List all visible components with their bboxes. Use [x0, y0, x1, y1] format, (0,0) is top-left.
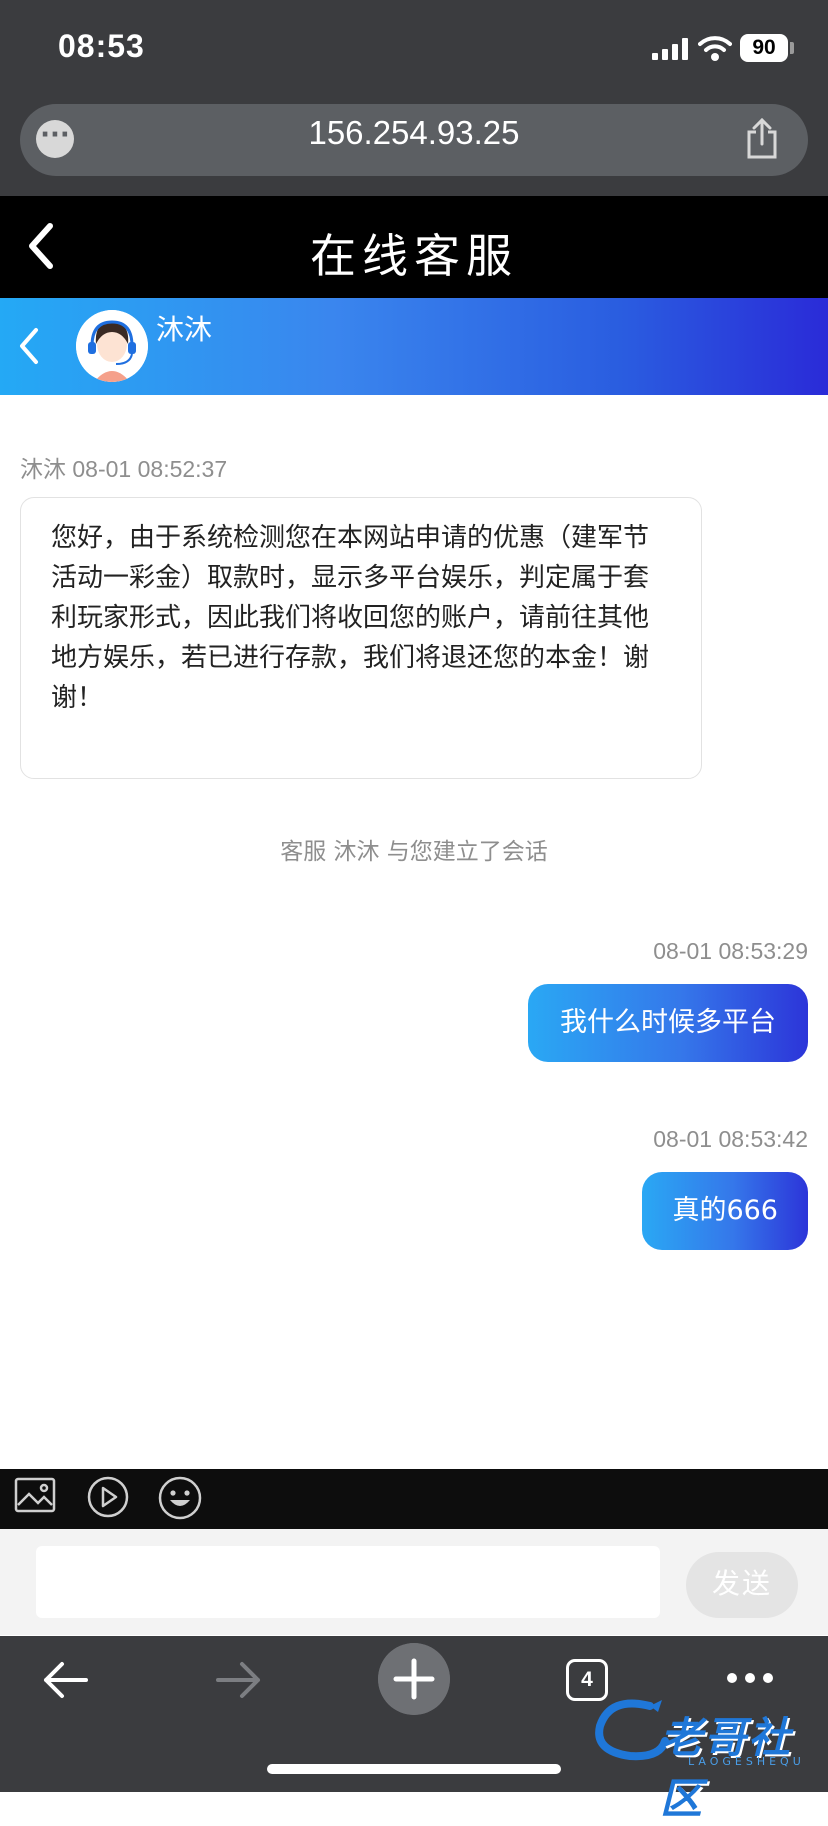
cellular-signal-icon	[652, 38, 688, 60]
status-time: 08:53	[58, 28, 145, 64]
dragon-logo-icon	[595, 1699, 669, 1761]
wifi-icon	[698, 36, 732, 61]
system-notice: 客服 沐沐 与您建立了会话	[280, 839, 548, 865]
agent-message-bubble: 您好，由于系统检测您在本网站申请的优惠（建军节活动一彩金）取款时，显示多平台娱乐…	[20, 497, 702, 779]
arrow-left-icon[interactable]	[40, 1658, 90, 1702]
image-icon[interactable]	[14, 1477, 56, 1513]
message-meta: 沐沐 08-01 08:52:37	[20, 450, 227, 484]
message-sender: 沐沐	[20, 457, 66, 483]
send-button[interactable]: 发送	[686, 1552, 798, 1618]
battery-tip	[790, 42, 794, 54]
user-message-bubble: 我什么时候多平台	[528, 984, 808, 1062]
share-icon[interactable]	[744, 118, 780, 160]
address-bar-url[interactable]: 156.254.93.25	[0, 114, 828, 152]
plus-icon[interactable]	[378, 1643, 450, 1715]
message-input[interactable]	[36, 1546, 660, 1618]
video-icon[interactable]	[86, 1475, 130, 1519]
emoji-icon[interactable]	[157, 1475, 203, 1521]
user-message-bubble: 真的666	[642, 1172, 808, 1250]
arrow-right-icon[interactable]	[214, 1658, 264, 1702]
message-time: 08-01 08:52:37	[72, 456, 228, 482]
message-time: 08-01 08:53:42	[653, 1126, 808, 1152]
avatar	[76, 310, 148, 382]
page-title: 在线客服	[310, 229, 518, 283]
home-indicator	[267, 1764, 561, 1774]
more-icon[interactable]	[726, 1672, 774, 1684]
agent-name: 沐沐	[156, 313, 213, 346]
chevron-left-icon[interactable]	[16, 326, 42, 366]
battery-level: 90	[740, 34, 788, 62]
message-time: 08-01 08:53:29	[653, 938, 808, 964]
tabs-button[interactable]: 4	[566, 1659, 608, 1701]
watermark-subtext: LAOGESHEQU	[688, 1755, 805, 1768]
